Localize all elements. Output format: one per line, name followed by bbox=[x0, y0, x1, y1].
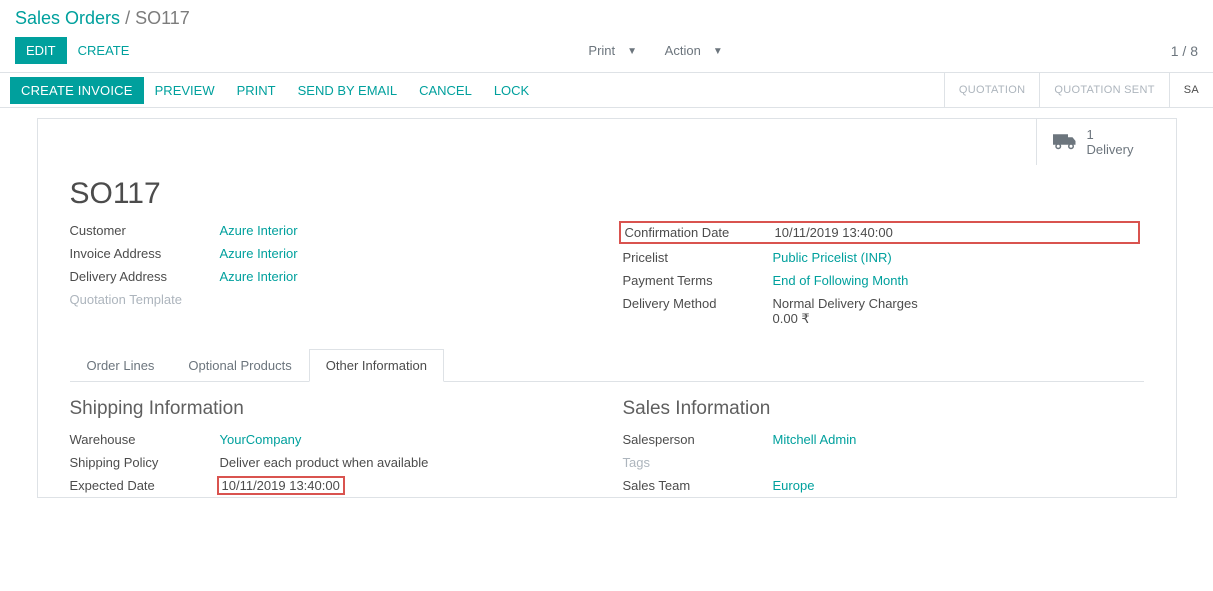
label-quotation-template: Quotation Template bbox=[70, 292, 220, 307]
value-delivery-cost: 0.00 ₹ bbox=[773, 311, 810, 326]
breadcrumb: Sales Orders / SO117 bbox=[0, 0, 1213, 29]
create-button[interactable]: CREATE bbox=[67, 37, 141, 64]
stage-quotation-sent[interactable]: QUOTATION SENT bbox=[1039, 73, 1168, 107]
value-expected-date: 10/11/2019 13:40:00 bbox=[217, 476, 345, 495]
breadcrumb-current: SO117 bbox=[135, 8, 190, 28]
breadcrumb-sep: / bbox=[125, 8, 130, 28]
label-shipping-policy: Shipping Policy bbox=[70, 455, 220, 470]
label-confirmation-date: Confirmation Date bbox=[625, 225, 775, 240]
edit-button[interactable]: EDIT bbox=[15, 37, 67, 64]
cancel-button[interactable]: CANCEL bbox=[408, 77, 483, 104]
center-actions: Print▼ Action▼ bbox=[140, 43, 1170, 58]
label-tags: Tags bbox=[623, 455, 773, 470]
action-dropdown[interactable]: Action▼ bbox=[659, 43, 729, 58]
tab-row: Order Lines Optional Products Other Info… bbox=[70, 349, 1144, 382]
link-payment-terms[interactable]: End of Following Month bbox=[773, 273, 909, 288]
chevron-down-icon: ▼ bbox=[627, 46, 637, 57]
lock-button[interactable]: LOCK bbox=[483, 77, 540, 104]
preview-button[interactable]: PREVIEW bbox=[144, 77, 226, 104]
chevron-down-icon: ▼ bbox=[713, 46, 723, 57]
delivery-count: 1 bbox=[1087, 127, 1134, 142]
label-pricelist: Pricelist bbox=[623, 250, 773, 265]
label-delivery-method: Delivery Method bbox=[623, 296, 773, 311]
truck-icon bbox=[1053, 132, 1077, 153]
print-button[interactable]: PRINT bbox=[226, 77, 287, 104]
record-title: SO117 bbox=[38, 165, 1176, 219]
delivery-label: Delivery bbox=[1087, 142, 1134, 157]
stage-sale[interactable]: SA bbox=[1169, 73, 1213, 107]
value-shipping-policy: Deliver each product when available bbox=[220, 455, 429, 470]
pager[interactable]: 1 / 8 bbox=[1171, 43, 1198, 59]
breadcrumb-root[interactable]: Sales Orders bbox=[15, 8, 120, 28]
control-row: EDIT CREATE Print▼ Action▼ 1 / 8 bbox=[0, 29, 1213, 72]
send-by-email-button[interactable]: SEND BY EMAIL bbox=[287, 77, 408, 104]
value-delivery-method: Normal Delivery Charges bbox=[773, 296, 918, 311]
heading-sales: Sales Information bbox=[623, 382, 1144, 428]
delivery-stat-button[interactable]: 1 Delivery bbox=[1036, 119, 1176, 165]
label-sales-team: Sales Team bbox=[623, 478, 773, 493]
link-customer[interactable]: Azure Interior bbox=[220, 223, 298, 238]
tab-other-information[interactable]: Other Information bbox=[309, 349, 444, 382]
link-invoice-address[interactable]: Azure Interior bbox=[220, 246, 298, 261]
label-customer: Customer bbox=[70, 223, 220, 238]
label-delivery-address: Delivery Address bbox=[70, 269, 220, 284]
label-expected-date: Expected Date bbox=[70, 478, 220, 493]
link-salesperson[interactable]: Mitchell Admin bbox=[773, 432, 857, 447]
link-sales-team[interactable]: Europe bbox=[773, 478, 815, 493]
print-dropdown[interactable]: Print▼ bbox=[582, 43, 643, 58]
label-invoice-address: Invoice Address bbox=[70, 246, 220, 261]
label-payment-terms: Payment Terms bbox=[623, 273, 773, 288]
heading-shipping: Shipping Information bbox=[70, 382, 591, 428]
statusbar: CREATE INVOICE PREVIEW PRINT SEND BY EMA… bbox=[0, 72, 1213, 108]
link-pricelist[interactable]: Public Pricelist (INR) bbox=[773, 250, 892, 265]
stage-quotation[interactable]: QUOTATION bbox=[944, 73, 1039, 107]
create-invoice-button[interactable]: CREATE INVOICE bbox=[10, 77, 144, 104]
tab-optional-products[interactable]: Optional Products bbox=[171, 349, 308, 382]
tab-order-lines[interactable]: Order Lines bbox=[70, 349, 172, 382]
value-confirmation-date: 10/11/2019 13:40:00 bbox=[775, 225, 893, 240]
label-salesperson: Salesperson bbox=[623, 432, 773, 447]
link-delivery-address[interactable]: Azure Interior bbox=[220, 269, 298, 284]
label-warehouse: Warehouse bbox=[70, 432, 220, 447]
link-warehouse[interactable]: YourCompany bbox=[220, 432, 302, 447]
form-sheet: 1 Delivery SO117 CustomerAzure Interior … bbox=[37, 118, 1177, 498]
